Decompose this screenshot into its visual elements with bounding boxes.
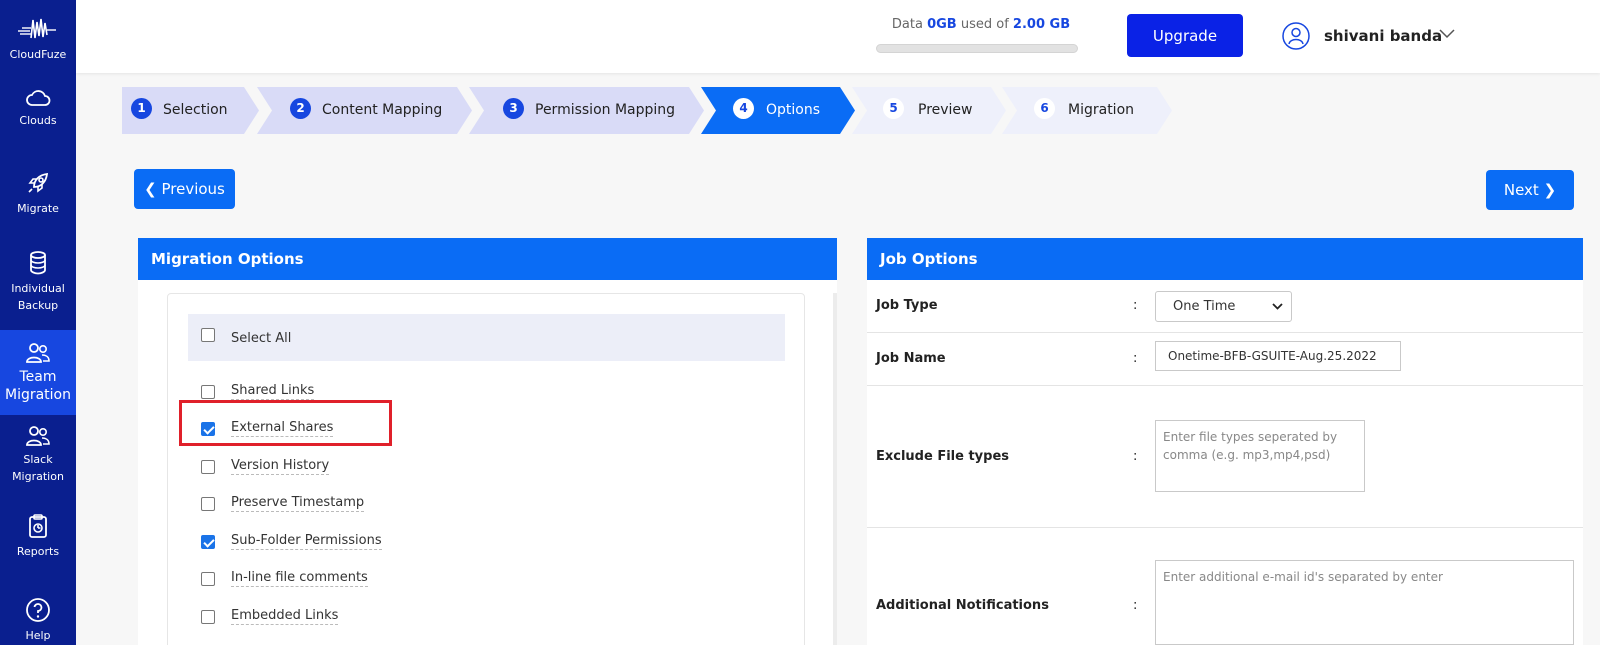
database-icon <box>30 251 46 275</box>
rocket-icon <box>28 172 49 193</box>
option-checkbox-preserve-timestamp[interactable] <box>201 497 215 511</box>
step-label: Content Mapping <box>322 102 443 118</box>
job-type-select[interactable]: One Time <box>1155 291 1292 322</box>
option-label-preserve-timestamp[interactable]: Preserve Timestamp <box>231 495 365 512</box>
sidebar-item-label: Clouds <box>19 114 57 127</box>
wizard-stepper: 1 Selection 2 Content Mapping 3 Permissi… <box>122 87 1172 134</box>
highlight-annotation-box <box>179 400 392 446</box>
job-type-value: One Time <box>1173 299 1236 314</box>
next-label: Next <box>1503 181 1539 199</box>
exclude-file-types-row: Exclude File types : <box>867 386 1583 528</box>
step-number: 5 <box>883 98 904 119</box>
job-name-row: Job Name : <box>867 333 1583 386</box>
storage-total: 2.00 GB <box>1012 17 1071 32</box>
sidebar-item-label: Slack Migration <box>12 453 64 483</box>
sidebar-item-label: Individual Backup <box>11 282 65 312</box>
additional-notifications-label: Additional Notifications <box>876 598 1049 613</box>
colon: : <box>1133 298 1138 313</box>
user-avatar-icon[interactable] <box>1282 22 1310 50</box>
job-name-label: Job Name <box>876 351 946 366</box>
select-all-label[interactable]: Select All <box>231 331 291 346</box>
previous-button[interactable]: ❮ Previous <box>134 169 235 209</box>
step-label: Preview <box>918 102 973 118</box>
option-checkbox-inline-file-comments[interactable] <box>201 572 215 586</box>
top-header: Data 0GB used of 2.00 GB Upgrade shivani… <box>76 0 1600 73</box>
sidebar-item-label: Migrate <box>17 202 59 215</box>
help-icon <box>26 598 50 622</box>
storage-progress-bar <box>876 44 1078 53</box>
next-button[interactable]: Next ❯ <box>1486 170 1574 210</box>
storage-usage-text: Data 0GB used of 2.00 GB <box>876 17 1086 32</box>
brand-label: CloudFuze <box>9 48 67 61</box>
additional-notifications-row: Additional Notifications : <box>867 528 1583 645</box>
sidebar-brand[interactable]: CloudFuze <box>0 16 76 63</box>
colon: : <box>1133 351 1138 366</box>
exclude-file-types-input[interactable] <box>1155 420 1365 492</box>
user-name[interactable]: shivani banda <box>1324 27 1442 45</box>
step-label: Options <box>766 102 821 118</box>
migration-options-title: Migration Options <box>138 238 837 280</box>
previous-label: Previous <box>161 180 225 198</box>
additional-notifications-input[interactable] <box>1155 560 1574 645</box>
exclude-file-types-label: Exclude File types <box>876 449 1010 464</box>
step-label: Selection <box>163 102 228 118</box>
cloud-icon <box>26 90 51 106</box>
step-label: Migration <box>1068 102 1135 118</box>
cloudfuze-logo-icon <box>18 18 56 39</box>
chevron-right-icon: ❯ <box>1543 181 1557 199</box>
job-type-row: Job Type : One Time <box>867 280 1583 333</box>
step-number: 4 <box>733 98 754 119</box>
option-checkbox-shared-links[interactable] <box>201 385 215 399</box>
select-all-row[interactable]: Select All <box>188 314 785 361</box>
sidebar-item-help[interactable]: Help <box>0 597 76 644</box>
migration-options-list: Select All Shared Links External Shares … <box>167 293 805 645</box>
option-label-version-history[interactable]: Version History <box>231 458 330 475</box>
sidebar-item-clouds[interactable]: Clouds <box>0 88 76 129</box>
sidebar-item-team-migration[interactable]: Team Migration <box>0 330 76 415</box>
sidebar-item-individual-backup[interactable]: Individual Backup <box>0 250 76 314</box>
sidebar-item-label: Reports <box>16 545 60 558</box>
sidebar-item-label: Help <box>25 629 51 642</box>
storage-prefix: Data <box>891 17 923 32</box>
step-number: 3 <box>503 98 524 119</box>
option-checkbox-version-history[interactable] <box>201 460 215 474</box>
chevron-down-icon <box>1272 303 1283 310</box>
sidebar: CloudFuze Clouds Migrate Individual Back… <box>0 0 76 645</box>
migration-options-panel: Migration Options Select All Shared Link… <box>138 238 837 645</box>
clipboard-icon <box>29 514 47 538</box>
sidebar-item-slack-migration[interactable]: Slack Migration <box>0 425 76 485</box>
options-scrollbar[interactable] <box>833 293 837 645</box>
chevron-down-icon[interactable] <box>1439 29 1455 39</box>
job-options-panel: Job Options Job Type : One Time Job Name… <box>867 238 1583 645</box>
step-label: Permission Mapping <box>535 102 676 118</box>
step-number: 2 <box>290 98 311 119</box>
select-all-checkbox[interactable] <box>201 328 215 342</box>
team-icon <box>26 343 50 363</box>
option-label-shared-links[interactable]: Shared Links <box>231 383 315 400</box>
job-name-input[interactable] <box>1155 341 1401 371</box>
job-type-label: Job Type <box>876 298 938 313</box>
chevron-left-icon: ❮ <box>144 180 157 198</box>
option-label-sub-folder-permissions[interactable]: Sub-Folder Permissions <box>231 533 382 550</box>
sidebar-item-migrate[interactable]: Migrate <box>0 170 76 217</box>
colon: : <box>1133 598 1138 613</box>
sidebar-item-reports[interactable]: Reports <box>0 513 76 560</box>
upgrade-button[interactable]: Upgrade <box>1127 14 1243 57</box>
step-number: 6 <box>1034 98 1055 119</box>
option-checkbox-sub-folder-permissions[interactable] <box>201 535 215 549</box>
option-checkbox-embedded-links[interactable] <box>201 610 215 624</box>
storage-mid: used of <box>960 17 1009 32</box>
colon: : <box>1133 449 1138 464</box>
team-icon <box>26 426 50 446</box>
option-label-embedded-links[interactable]: Embedded Links <box>231 608 339 625</box>
step-number: 1 <box>131 98 152 119</box>
job-options-title: Job Options <box>867 238 1583 280</box>
sidebar-item-label: Team Migration <box>4 369 71 403</box>
option-label-inline-file-comments[interactable]: In-line file comments <box>231 570 368 587</box>
storage-used: 0GB <box>927 17 957 32</box>
